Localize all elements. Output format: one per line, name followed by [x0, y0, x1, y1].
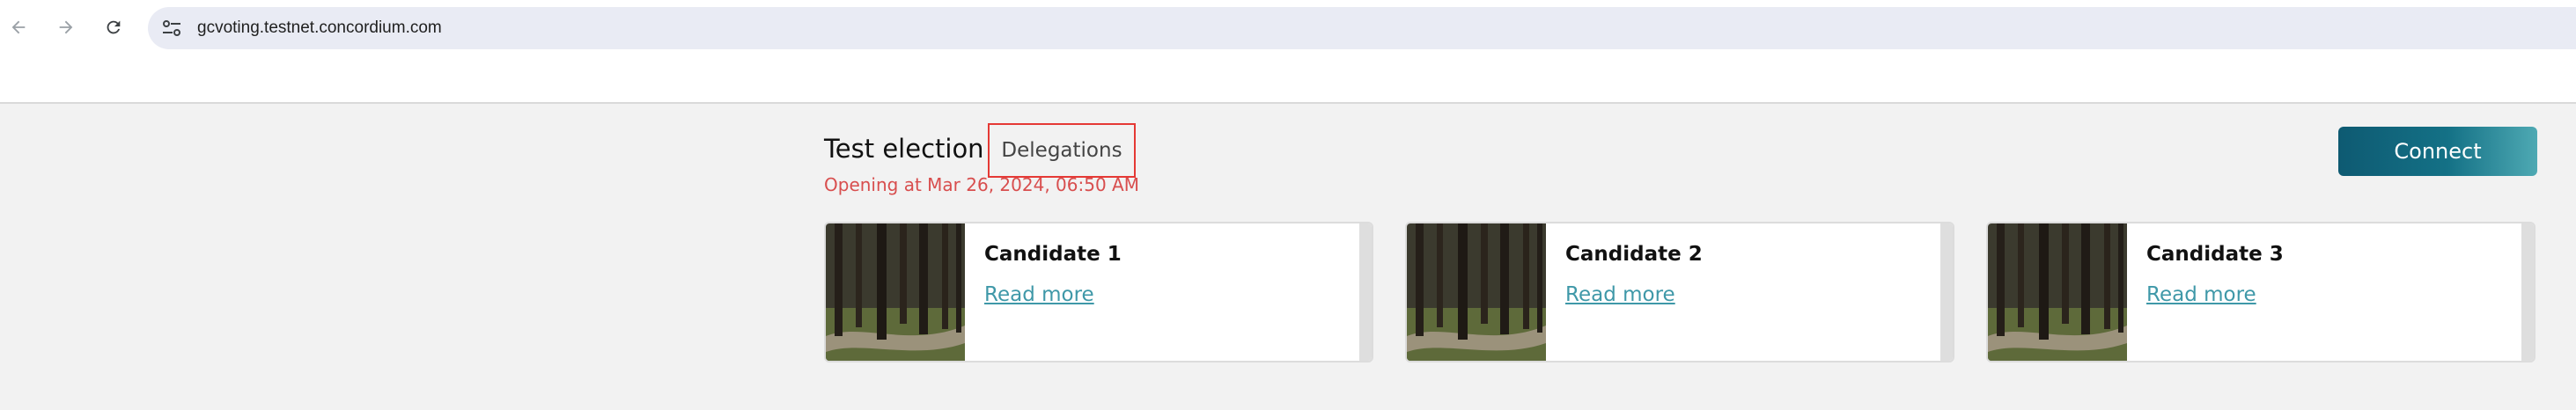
address-bar[interactable]: gcvoting.testnet.concordium.com — [148, 7, 2576, 49]
candidate-name: Candidate 1 — [984, 243, 1122, 266]
url-text: gcvoting.testnet.concordium.com — [197, 18, 442, 37]
card-scrollbar[interactable] — [1940, 223, 1953, 361]
candidate-image — [826, 223, 965, 361]
opening-time-text: Opening at Mar 26, 2024, 06:50 AM — [824, 174, 1139, 195]
candidate-name: Candidate 2 — [1565, 243, 1703, 266]
candidate-image — [1988, 223, 2127, 361]
card-scrollbar[interactable] — [2521, 223, 2534, 361]
reload-icon[interactable] — [99, 12, 129, 42]
candidate-card-1: Candidate 1 Read more — [824, 222, 1373, 362]
read-more-link[interactable]: Read more — [2146, 283, 2256, 306]
election-title: Test election — [824, 134, 984, 164]
card-scrollbar[interactable] — [1359, 223, 1372, 361]
read-more-link[interactable]: Read more — [984, 283, 1094, 306]
connect-button[interactable]: Connect — [2338, 127, 2537, 176]
delegations-tab[interactable]: Delegations — [988, 123, 1136, 178]
candidate-image — [1407, 223, 1546, 361]
page-content: Test election Delegations Opening at Mar… — [0, 104, 2576, 410]
candidate-card-2: Candidate 2 Read more — [1405, 222, 1954, 362]
back-arrow-icon[interactable] — [4, 12, 33, 42]
candidate-name: Candidate 3 — [2146, 243, 2284, 266]
candidate-card-3: Candidate 3 Read more — [1986, 222, 2536, 362]
browser-bookmarks-bar — [0, 55, 2576, 104]
browser-toolbar: gcvoting.testnet.concordium.com — [0, 0, 2576, 55]
read-more-link[interactable]: Read more — [1565, 283, 1675, 306]
forward-arrow-icon[interactable] — [51, 12, 81, 42]
site-settings-icon[interactable] — [158, 16, 185, 40]
